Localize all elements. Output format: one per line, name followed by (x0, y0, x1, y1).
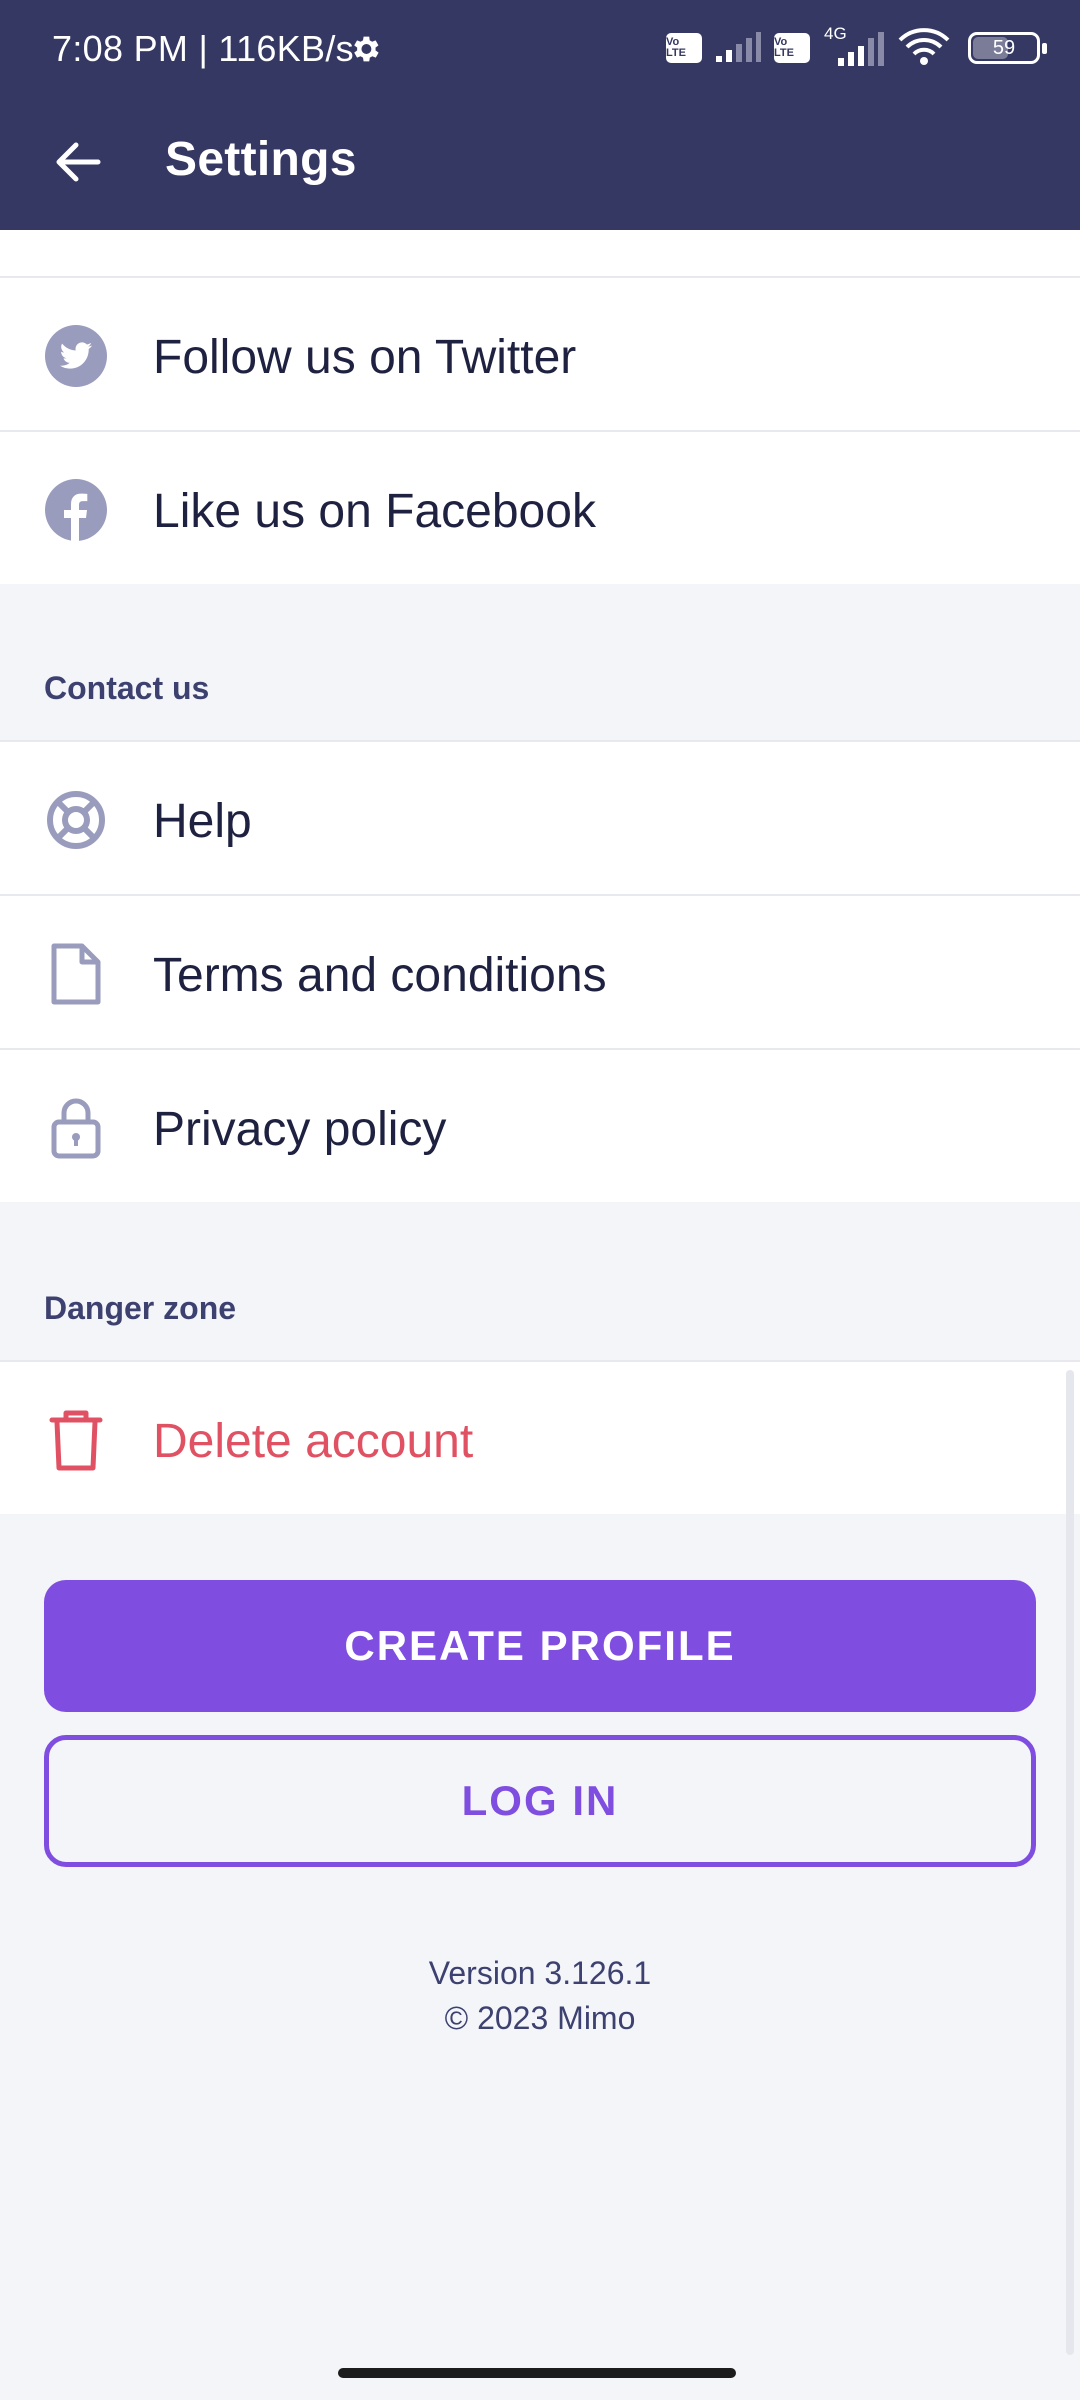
signal-icon (838, 32, 884, 66)
log-in-button[interactable]: LOG IN (44, 1735, 1036, 1867)
twitter-icon (44, 324, 108, 388)
item-label: Help (153, 795, 252, 848)
lock-icon (44, 1096, 108, 1160)
create-profile-button[interactable]: CREATE PROFILE (44, 1580, 1036, 1712)
wifi-icon (898, 28, 950, 65)
page-title: Settings (165, 133, 357, 186)
follow-twitter-item[interactable]: Follow us on Twitter (0, 276, 1080, 430)
contact-section-header: Contact us (44, 670, 210, 706)
volte-badge: Vo LTE (774, 33, 810, 63)
home-indicator[interactable] (338, 2368, 736, 2378)
status-icons: Vo LTE Vo LTE 4G 59 (666, 24, 1047, 70)
help-item[interactable]: Help (0, 740, 1080, 894)
item-label: Delete account (153, 1415, 474, 1468)
version-text: Version 3.126.1 (428, 1955, 652, 1991)
delete-account-item[interactable]: Delete account (0, 1360, 1080, 1514)
scrollbar[interactable] (1066, 1370, 1074, 2355)
facebook-icon (44, 478, 108, 542)
terms-item[interactable]: Terms and conditions (0, 894, 1080, 1048)
battery-level: 59 (992, 36, 1016, 59)
item-label: Terms and conditions (153, 949, 607, 1002)
network-signal: 4G (822, 24, 886, 68)
contact-list: Help Terms and conditions Privacy policy (0, 740, 1080, 1202)
status-time: 7:08 PM | 116KB/s (52, 28, 354, 69)
privacy-item[interactable]: Privacy policy (0, 1048, 1080, 1202)
volte-badge: Vo LTE (666, 33, 702, 63)
danger-section-header: Danger zone (44, 1290, 237, 1326)
arrow-left-icon (56, 142, 101, 182)
document-icon (44, 942, 108, 1006)
item-label: Like us on Facebook (153, 485, 596, 538)
settings-screen: 7:08 PM | 116KB/s Vo LTE Vo LTE 4G 59 Se… (0, 0, 1080, 2400)
top-bar: 7:08 PM | 116KB/s Vo LTE Vo LTE 4G 59 Se… (0, 0, 1080, 230)
copyright-text: © 2023 Mimo (444, 2000, 636, 2036)
signal-icon (716, 32, 761, 62)
trash-icon (44, 1408, 108, 1472)
lifebuoy-icon (44, 788, 108, 852)
item-label: Privacy policy (153, 1103, 447, 1156)
battery-indicator: 59 (968, 32, 1047, 64)
status-bar: 7:08 PM | 116KB/s Vo LTE Vo LTE 4G 59 (0, 0, 1080, 96)
danger-list: Delete account (0, 1360, 1080, 1514)
social-list: Follow us on Twitter Like us on Facebook (0, 230, 1080, 584)
back-button[interactable] (40, 124, 116, 200)
app-bar: Settings (0, 96, 1080, 230)
like-facebook-item[interactable]: Like us on Facebook (0, 430, 1080, 584)
item-label: Follow us on Twitter (153, 331, 577, 384)
gear-icon (354, 36, 379, 62)
